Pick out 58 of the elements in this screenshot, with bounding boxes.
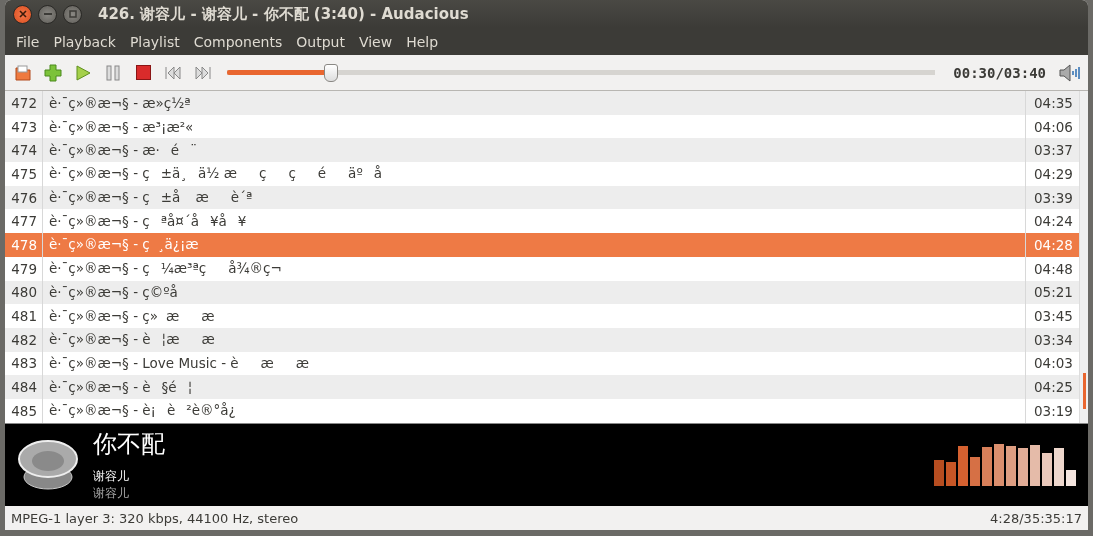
track-title: è·¯ç»®æ¬§ - çªå¤´å¥å¥ (48, 212, 248, 230)
plus-icon (44, 63, 62, 82)
speaker-icon (1059, 63, 1081, 82)
track-number: 482 (5, 327, 43, 352)
playlist-row[interactable]: 482 è·¯ç»®æ¬§ - è¦æ æ 03:34 (5, 327, 1079, 352)
play-icon (75, 64, 91, 81)
window-title: 426. 谢容儿 - 谢容儿 - 你不配 (3:40) - Audacious (98, 4, 469, 24)
album-name: 谢容儿 (93, 485, 130, 502)
maximize-button[interactable] (63, 4, 82, 24)
track-title: è·¯ç»®æ¬§ - æ·é¨ (48, 141, 198, 159)
scrollbar[interactable] (1079, 91, 1088, 423)
menu-item[interactable]: Playlist (122, 33, 187, 50)
speaker-icon (17, 437, 79, 493)
track-number: 479 (5, 256, 43, 281)
artist-name: 谢容儿 (93, 468, 130, 485)
track-title: è·¯ç»®æ¬§ - ç¼æ³ªçå¾®ç¬ (48, 260, 294, 278)
playlist-row[interactable]: 484 è·¯ç»®æ¬§ - è§é¦ 04:25 (5, 375, 1079, 399)
playlist-row[interactable]: 476 è·¯ç»®æ¬§ - ç±å æè´ª 03:39 (5, 185, 1079, 210)
track-title: è·¯ç»®æ¬§ - ç»æ æ (48, 307, 227, 325)
track-title: è·¯ç»®æ¬§ - ç±å æè´ª (48, 189, 254, 207)
playlist-row[interactable]: 480 è·¯ç»®æ¬§ - ç©ºå 05:21 (5, 280, 1079, 305)
song-title: 你不配 (93, 429, 166, 460)
track-number: 472 (5, 91, 43, 115)
format-info: MPEG-1 layer 3: 320 kbps, 44100 Hz, stereo (11, 510, 299, 526)
next-icon (195, 65, 211, 80)
track-title: è·¯ç»®æ¬§ - æ»ç½ª (48, 94, 192, 111)
track-number: 481 (5, 304, 43, 328)
stop-icon (135, 65, 151, 80)
playlist-row[interactable]: 474 è·¯ç»®æ¬§ - æ·é¨ 03:37 (5, 138, 1079, 163)
minimize-icon (43, 13, 52, 15)
track-title: è·¯ç»®æ¬§ - ç©ºå (48, 283, 201, 301)
playlist-row[interactable]: 472 è·¯ç»®æ¬§ - æ»ç½ª 04:35 (5, 91, 1079, 115)
maximize-icon (68, 10, 77, 18)
track-number: 475 (5, 162, 43, 186)
playlist-position: 4:28/35:35:17 (990, 510, 1082, 526)
track-number: 484 (5, 375, 43, 399)
menu-item[interactable]: Components (186, 33, 290, 50)
track-title: è·¯ç»®æ¬§ - æ³¡æ²« (48, 118, 195, 135)
folder-icon (14, 63, 32, 82)
minimize-button[interactable] (38, 4, 57, 24)
track-number: 478 (5, 233, 43, 257)
track-title: è·¯ç»®æ¬§ - è§é¦ (48, 378, 194, 396)
seek-handle[interactable] (323, 63, 338, 82)
track-title: è·¯ç»®æ¬§ - ç¸ä¿¡æ (48, 236, 219, 254)
close-icon (18, 10, 27, 18)
time-display: 00:30/03:40 (953, 64, 1046, 81)
track-title: è·¯ç»®æ¬§ - è¡è²è®°å¿ (48, 402, 248, 420)
previous-icon (165, 65, 181, 80)
menu-item[interactable]: Playback (46, 33, 123, 50)
menu-item[interactable]: File (9, 33, 47, 50)
menu-item[interactable]: View (351, 33, 400, 50)
close-button[interactable] (13, 4, 32, 24)
menu-item[interactable]: Help (399, 33, 446, 50)
track-title: è·¯ç»®æ¬§ - è¦æ æ (48, 331, 227, 349)
menu-item[interactable]: Output (289, 33, 352, 50)
pause-icon (106, 64, 120, 81)
track-number: 485 (5, 398, 43, 423)
scrollbar-thumb[interactable] (1083, 373, 1086, 409)
